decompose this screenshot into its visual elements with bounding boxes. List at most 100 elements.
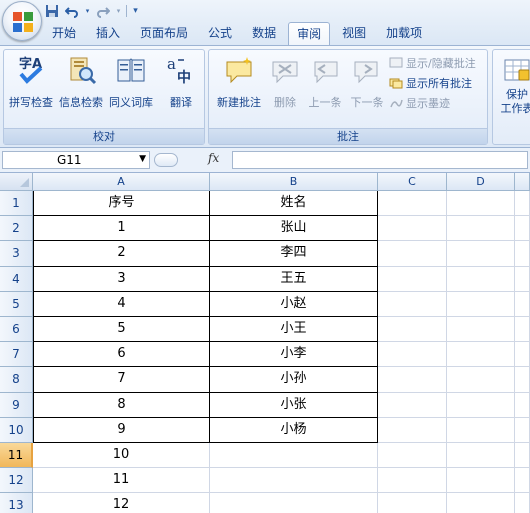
cell-c[interactable] [378,417,447,443]
cell-a[interactable]: 6 [33,342,210,368]
cell-b[interactable]: 小王 [210,317,378,343]
cell-d[interactable] [447,241,515,267]
cell-e[interactable] [515,216,530,242]
cell-b[interactable]: 小李 [210,342,378,368]
protect-sheet-button[interactable]: 保护 工作表 [497,54,530,115]
cell-e[interactable] [515,266,530,292]
cell-d[interactable] [447,291,515,317]
row-header[interactable]: 5 [0,291,33,317]
cell-a[interactable]: 10 [33,443,210,469]
undo-dropdown-icon[interactable]: ▾ [84,3,91,19]
cell-c[interactable] [378,367,447,393]
row-header[interactable]: 4 [0,266,33,292]
cell-b[interactable] [210,468,378,494]
row-header[interactable]: 13 [0,493,33,513]
column-header-next[interactable] [515,173,530,191]
column-header-a[interactable]: A [33,173,210,191]
cell-e[interactable] [515,367,530,393]
cell-b[interactable]: 李四 [210,241,378,267]
thesaurus-button[interactable]: 同义词库 [107,54,155,114]
save-icon[interactable] [44,3,60,19]
cell-c[interactable] [378,443,447,469]
cell-a[interactable]: 3 [33,266,210,292]
cell-d[interactable] [447,443,515,469]
tab-addins[interactable]: 加载项 [378,22,430,45]
next-comment-button[interactable]: 下一条 [345,54,389,114]
row-header[interactable]: 1 [0,191,33,217]
cell-c[interactable] [378,191,447,217]
customize-qat-icon[interactable]: ▾ [131,3,140,19]
cell-a[interactable]: 12 [33,493,210,513]
cell-b[interactable]: 姓名 [210,191,378,217]
cell-d[interactable] [447,191,515,217]
formula-input[interactable] [232,151,528,169]
cell-a[interactable]: 11 [33,468,210,494]
expand-formula-icon[interactable] [154,153,178,167]
tab-formulas[interactable]: 公式 [200,22,240,45]
cell-e[interactable] [515,392,530,418]
cell-d[interactable] [447,216,515,242]
cell-b[interactable]: 小杨 [210,417,378,443]
cell-e[interactable] [515,291,530,317]
tab-review[interactable]: 审阅 [288,22,331,45]
cell-a[interactable]: 4 [33,291,210,317]
cell-c[interactable] [378,216,447,242]
insert-function-icon[interactable]: fx [208,151,219,165]
redo-icon[interactable] [95,3,111,19]
undo-icon[interactable] [64,3,80,19]
cell-e[interactable] [515,191,530,217]
tab-home[interactable]: 开始 [44,22,84,45]
column-header-c[interactable]: C [378,173,447,191]
cell-d[interactable] [447,367,515,393]
cell-b[interactable]: 张山 [210,216,378,242]
row-header[interactable]: 3 [0,241,33,267]
cell-b[interactable]: 王五 [210,266,378,292]
row-header[interactable]: 2 [0,216,33,242]
column-header-b[interactable]: B [210,173,378,191]
new-comment-button[interactable]: 新建批注 [212,54,266,114]
row-header[interactable]: 6 [0,317,33,343]
cell-c[interactable] [378,241,447,267]
cell-c[interactable] [378,493,447,513]
cell-a[interactable]: 7 [33,367,210,393]
cell-e[interactable] [515,342,530,368]
cell-c[interactable] [378,317,447,343]
cell-b[interactable]: 小张 [210,392,378,418]
tab-data[interactable]: 数据 [244,22,284,45]
row-header[interactable]: 7 [0,342,33,368]
column-header-d[interactable]: D [447,173,515,191]
cell-d[interactable] [447,392,515,418]
name-box-dropdown-icon[interactable]: ▼ [139,154,146,164]
delete-comment-button[interactable]: 删除 [265,54,305,114]
cell-c[interactable] [378,468,447,494]
cell-a[interactable]: 5 [33,317,210,343]
cell-e[interactable] [515,493,530,513]
row-header[interactable]: 12 [0,468,33,494]
cell-c[interactable] [378,342,447,368]
cell-a[interactable]: 8 [33,392,210,418]
spellcheck-button[interactable]: 字A 拼写检查 [7,54,55,114]
row-header[interactable]: 11 [0,443,33,469]
redo-dropdown-icon[interactable]: ▾ [115,3,122,19]
show-all-comments-button[interactable]: 显示所有批注 [389,74,472,91]
cell-e[interactable] [515,417,530,443]
cell-b[interactable]: 小孙 [210,367,378,393]
research-button[interactable]: 信息检索 [57,54,105,114]
show-ink-button[interactable]: 显示墨迹 [389,94,450,111]
cell-d[interactable] [447,317,515,343]
cell-b[interactable]: 小赵 [210,291,378,317]
office-button[interactable] [2,1,42,41]
cell-d[interactable] [447,266,515,292]
cell-e[interactable] [515,241,530,267]
cell-d[interactable] [447,493,515,513]
cell-e[interactable] [515,468,530,494]
tab-view[interactable]: 视图 [334,22,374,45]
cell-c[interactable] [378,266,447,292]
cell-a[interactable]: 2 [33,241,210,267]
cell-c[interactable] [378,392,447,418]
name-box[interactable]: G11 ▼ [2,151,150,169]
cell-c[interactable] [378,291,447,317]
cell-a[interactable]: 序号 [33,191,210,217]
cell-a[interactable]: 1 [33,216,210,242]
cell-e[interactable] [515,317,530,343]
